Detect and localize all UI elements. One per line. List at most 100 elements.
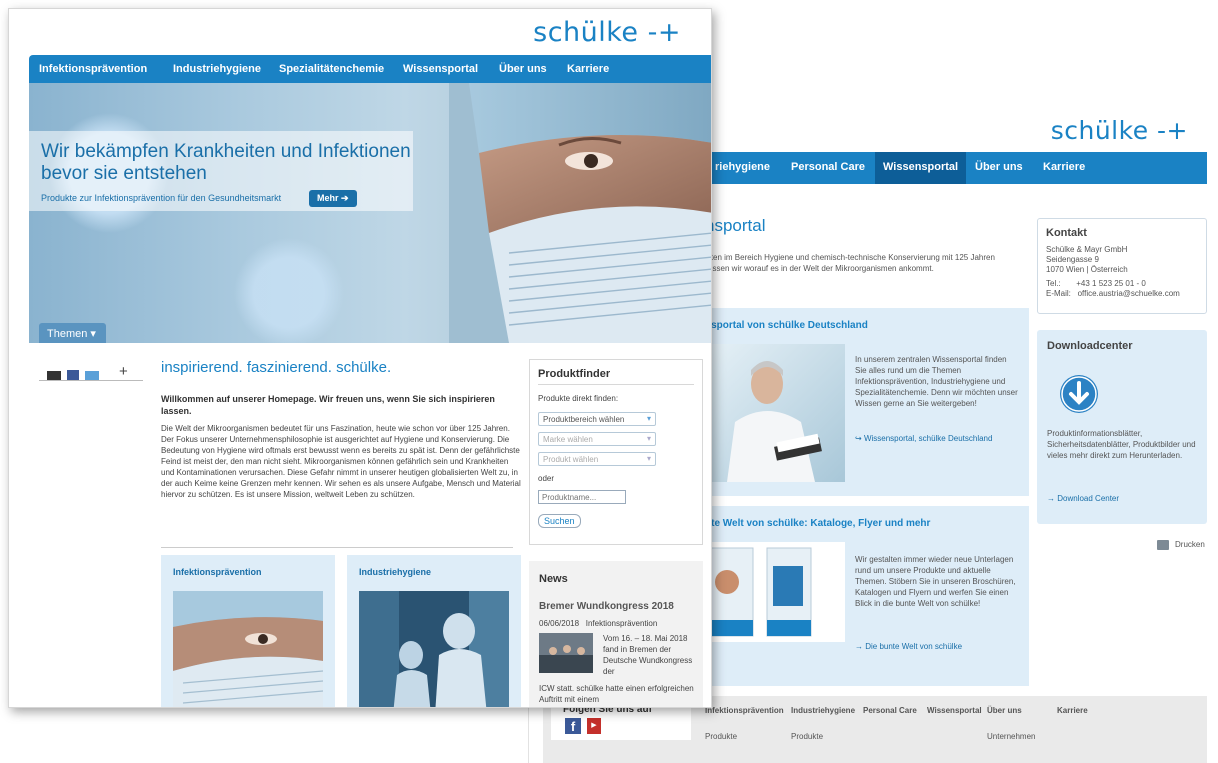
back-panel-wissensportal: nsportal von schülke Deutschland In unse… (705, 308, 1029, 496)
contact-mail[interactable]: office.austria@schuelke.com (1078, 289, 1180, 298)
front-window: schülke -+ Infektionsprävention Industri… (8, 8, 712, 708)
contact-tel-label: Tel.: (1046, 279, 1061, 288)
footer-col-wissensportal[interactable]: Wissensportal (927, 706, 982, 715)
download-title: Downloadcenter (1047, 340, 1133, 352)
contact-tel[interactable]: +43 1 523 25 01 - 0 (1076, 279, 1146, 288)
produktbereich-select-value: Produktbereich wählen (543, 415, 625, 424)
doctor-reading-image (705, 344, 845, 482)
news-box: News Bremer Wundkongress 2018 06/06/2018… (529, 561, 703, 707)
facebook-icon[interactable]: f (565, 718, 581, 734)
produktfinder-title: Produktfinder (538, 368, 611, 380)
nav-item-ueber-uns[interactable]: Über uns (499, 63, 547, 75)
oder-label: oder (538, 474, 555, 483)
card-title: Industriehygiene (359, 567, 432, 577)
contact-city: 1070 Wien | Österreich (1046, 265, 1128, 274)
share-bar: + (39, 363, 143, 381)
contact-tel-row: Tel.: +43 1 523 25 01 - 0 (1046, 279, 1202, 289)
back-nav-item-industriehygiene[interactable]: riehygiene (715, 161, 770, 173)
external-link-icon: ↪ (855, 434, 864, 443)
intro-body: Die Welt der Mikroorganismen bedeutet fü… (161, 424, 521, 499)
download-center-link[interactable]: → Download Center (1047, 494, 1119, 503)
contact-company: Schülke & Mayr GmbH (1046, 245, 1128, 254)
news-headline[interactable]: Bremer Wundkongress 2018 (539, 601, 674, 612)
back-page-intro: isten im Bereich Hygiene und chemisch-te… (705, 253, 995, 273)
back-panel-link[interactable]: ↪ Wissensportal, schülke Deutschland (855, 434, 992, 443)
surgeon-photo (449, 83, 711, 343)
back-panel-text: In unserem zentralen Wissensportal finde… (855, 355, 1018, 408)
footer-link-produkte-1[interactable]: Produkte (705, 732, 737, 741)
contact-mail-row: E-Mail: office.austria@schuelke.com (1046, 289, 1202, 299)
footer-col-personal-care[interactable]: Personal Care (863, 706, 917, 715)
arrow-right-icon: → (1047, 494, 1058, 503)
back-page-title: nsportal (705, 216, 766, 235)
produkt-select-value: Produkt wählen (543, 455, 599, 464)
marke-select-value: Marke wählen (543, 435, 593, 444)
back-panel-link[interactable]: → Die bunte Welt von schülke (855, 642, 962, 651)
footer-link-produkte-2[interactable]: Produkte (791, 732, 823, 741)
brochures-image (705, 542, 845, 642)
back-nav-item-ueber-uns[interactable]: Über uns (975, 161, 1023, 173)
news-text-continued: ICW statt. schülke hatte einen erfolgrei… (539, 684, 694, 704)
nav-item-industriehygiene[interactable]: Industriehygiene (173, 63, 261, 75)
nav-item-karriere[interactable]: Karriere (567, 63, 609, 75)
produkt-select[interactable]: Produkt wählen ▾ (538, 452, 656, 466)
footer-link-unternehmen[interactable]: Unternehmen (987, 732, 1035, 741)
nav-item-infektionspraevention[interactable]: Infektionsprävention (39, 63, 147, 75)
page-headline: inspirierend. faszinierend. schülke. (161, 359, 392, 376)
back-logo[interactable]: schülke -+ (1051, 116, 1188, 145)
lab-workers-image (359, 591, 509, 707)
arrow-right-icon: → (855, 642, 866, 651)
card-industriehygiene[interactable]: Industriehygiene (347, 555, 521, 707)
download-text: Produktinformationsblätter, Sicherheitsd… (1047, 429, 1196, 460)
welcome-text: Willkommen auf unserer Homepage. Wir fre… (161, 394, 495, 416)
back-panel-heading[interactable]: nte Welt von schülke: Kataloge, Flyer un… (705, 518, 930, 529)
news-meta: 06/06/2018 Infektionsprävention (539, 619, 657, 628)
card-title: Infektionsprävention (173, 567, 262, 577)
front-logo[interactable]: schülke -+ (533, 17, 681, 48)
facebook-icon[interactable] (67, 370, 79, 380)
produktname-input[interactable] (538, 490, 626, 504)
back-panel-heading[interactable]: nsportal von schülke Deutschland (705, 320, 868, 331)
news-category: Infektionsprävention (585, 619, 658, 628)
divider (161, 547, 513, 548)
back-panel-link-label: Die bunte Welt von schülke (865, 642, 963, 651)
chevron-down-icon: ▾ (646, 454, 651, 463)
youtube-icon[interactable]: ▶ (587, 718, 601, 734)
linkedin-icon[interactable] (85, 371, 99, 380)
chevron-down-icon: ▾ (646, 434, 651, 443)
back-nav-item-wissensportal[interactable]: Wissensportal (875, 152, 967, 184)
nav-item-spezialitaetenchemie[interactable]: Spezialitätenchemie (279, 63, 384, 75)
news-date: 06/06/2018 (539, 619, 580, 628)
footer-col-infektionspraevention[interactable]: Infektionsprävention (705, 706, 784, 715)
print-button[interactable]: Drucken (1157, 540, 1205, 550)
contact-mail-label: E-Mail: (1046, 289, 1071, 298)
produktfinder-box: Produktfinder Produkte direkt finden: Pr… (529, 359, 703, 545)
chevron-down-icon: ▾ (646, 414, 651, 423)
card-infektionspraevention[interactable]: Infektionsprävention (161, 555, 335, 707)
mehr-button[interactable]: Mehr ➔ (309, 190, 357, 207)
marke-select[interactable]: Marke wählen ▾ (538, 432, 656, 446)
suchen-button[interactable]: Suchen (538, 514, 581, 528)
download-link-label: Download Center (1057, 494, 1120, 503)
print-label: Drucken (1175, 540, 1205, 550)
back-nav-item-karriere[interactable]: Karriere (1043, 161, 1085, 173)
news-text: Vom 16. – 18. Mai 2018 fand in Bremen de… (603, 634, 693, 676)
printer-icon (1157, 540, 1169, 550)
back-nav-item-personal-care[interactable]: Personal Care (791, 161, 865, 173)
download-center-box: Downloadcenter Produktinformationsblätte… (1037, 330, 1207, 524)
back-panel-link-label: Wissensportal, schülke Deutschland (863, 434, 993, 443)
share-plus-icon[interactable]: + (119, 363, 128, 380)
contact-title: Kontakt (1046, 227, 1087, 239)
hero-banner: Wir bekämpfen Krankheiten und Infektione… (29, 83, 711, 343)
footer-col-ueber-uns[interactable]: Über uns (987, 706, 1022, 715)
produktbereich-select[interactable]: Produktbereich wählen ▾ (538, 412, 656, 426)
produktfinder-label: Produkte direkt finden: (538, 394, 619, 403)
news-photo (539, 633, 593, 673)
download-icon[interactable] (1059, 374, 1099, 414)
footer-col-industriehygiene[interactable]: Industriehygiene (791, 706, 855, 715)
camera-icon[interactable] (47, 371, 61, 380)
themen-dropdown[interactable]: Themen ▾ (39, 323, 106, 343)
footer-col-karriere[interactable]: Karriere (1057, 706, 1088, 715)
nav-item-wissensportal[interactable]: Wissensportal (403, 63, 478, 75)
back-panel-text: Wir gestalten immer wieder neue Unterlag… (855, 555, 1016, 608)
